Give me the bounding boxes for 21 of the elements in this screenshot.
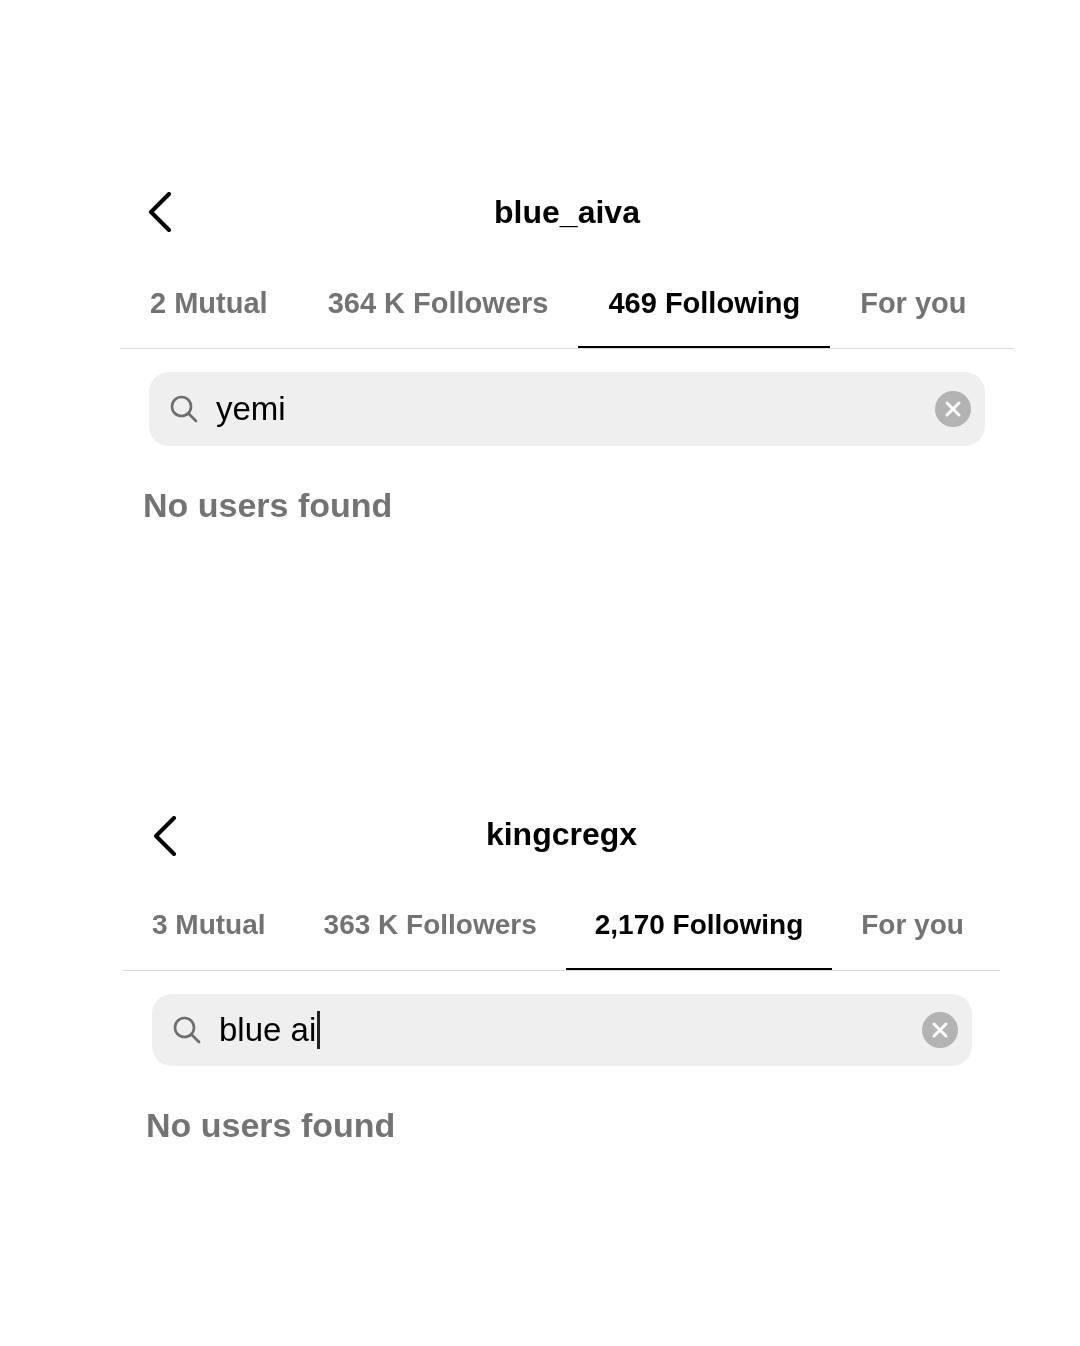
- profile-username: blue_aiva: [494, 193, 640, 232]
- search-query: yemi: [216, 389, 286, 429]
- chevron-left-icon[interactable]: [147, 192, 173, 232]
- tab[interactable]: For you: [830, 242, 997, 348]
- tab[interactable]: 2 Mutual: [120, 242, 298, 348]
- search-icon: [170, 395, 198, 423]
- tab[interactable]: 363 K Followers: [294, 864, 566, 970]
- chevron-left-icon[interactable]: [152, 816, 178, 856]
- tab[interactable]: 2,170 Following: [565, 864, 833, 970]
- status-message: No users found: [142, 485, 394, 525]
- text-caret-icon: [317, 1011, 321, 1049]
- tab[interactable]: For you: [832, 864, 993, 970]
- search-field[interactable]: blue ai: [152, 994, 972, 1066]
- status-message: No users found: [145, 1105, 397, 1145]
- search-icon: [173, 1016, 201, 1044]
- tab[interactable]: 364 K Followers: [297, 242, 579, 348]
- tab[interactable]: 3 Mutual: [123, 864, 295, 970]
- search-query: blue ai: [219, 1010, 317, 1050]
- profile-username: kingcregx: [485, 815, 638, 854]
- tab[interactable]: 469 Following: [578, 242, 831, 348]
- search-field[interactable]: yemi: [149, 372, 985, 446]
